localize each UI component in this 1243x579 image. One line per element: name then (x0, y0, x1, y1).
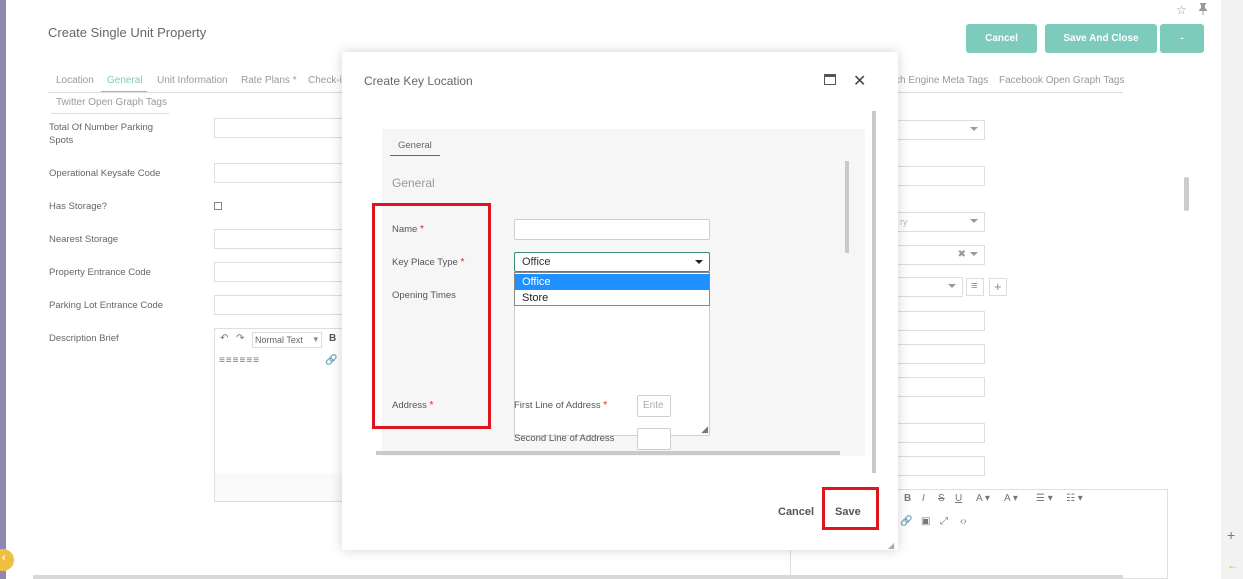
pin-icon[interactable] (1198, 3, 1208, 18)
nearest-storage-label: Nearest Storage (49, 234, 119, 245)
parking-spots-label: Total Of Number Parking Spots (49, 122, 154, 146)
parking-spots-input[interactable] (214, 118, 344, 138)
right-input-1[interactable] (895, 166, 985, 186)
right-input-3[interactable] (895, 344, 985, 364)
text-format-value: Normal Text (255, 335, 303, 345)
tab-rate-plans[interactable]: Rate Plans * (241, 75, 297, 86)
first-line-input[interactable]: Ente (637, 395, 671, 417)
add-icon[interactable]: + (989, 278, 1007, 296)
modal-cancel-button[interactable]: Cancel (778, 506, 814, 518)
second-line-label: Second Line of Address (514, 433, 615, 444)
tab-twitter-open-graph-tags[interactable]: Twitter Open Graph Tags (56, 97, 167, 108)
has-storage-label: Has Storage? (49, 201, 108, 212)
image-icon[interactable]: ▣ (921, 516, 930, 527)
second-line-input[interactable] (637, 428, 671, 450)
numbered-list-icon[interactable]: ☷ ▾ (1066, 493, 1083, 504)
maximize-icon[interactable] (824, 74, 836, 85)
create-key-location-modal: Create Key Location ✕ General General Na… (342, 52, 898, 550)
right-input-6[interactable] (895, 456, 985, 476)
arrow-left-icon[interactable]: ← (1227, 558, 1239, 572)
right-select-2[interactable]: ry (895, 212, 985, 232)
right-input-2[interactable] (895, 311, 985, 331)
modal-resize-icon[interactable]: ◢ (888, 541, 894, 550)
font-color-icon[interactable]: A ▾ (976, 493, 990, 504)
name-input[interactable] (514, 219, 710, 240)
right-input-5[interactable] (895, 423, 985, 443)
right-input-4[interactable] (895, 377, 985, 397)
parking-code-input[interactable] (214, 295, 344, 315)
tab-search-engine-meta-tags[interactable]: ch Engine Meta Tags (895, 75, 988, 86)
tabs-divider-2 (51, 113, 169, 114)
form-scrollbar-h[interactable] (376, 451, 840, 455)
tab-unit-information[interactable]: Unit Information (157, 75, 228, 86)
undo-icon[interactable]: ↶ (220, 333, 228, 344)
tab-general[interactable]: General (107, 75, 143, 86)
modal-scrollbar[interactable] (872, 111, 876, 473)
entrance-code-label: Property Entrance Code (49, 267, 151, 278)
bold-icon-right[interactable]: B (904, 493, 911, 504)
editor-content-area[interactable] (215, 329, 343, 473)
fullscreen-icon[interactable]: ⤢ (940, 516, 948, 527)
page-horizontal-scrollbar[interactable] (33, 575, 1123, 579)
right-select-1[interactable] (895, 120, 985, 140)
underline-icon[interactable]: U (955, 493, 962, 504)
inner-tab-general[interactable]: General (398, 140, 432, 151)
resize-handle-icon[interactable]: ◢ (701, 424, 708, 435)
bullet-list-icon[interactable]: ☰ ▾ (1036, 493, 1053, 504)
option-store[interactable]: Store (515, 290, 709, 306)
keysafe-label: Operational Keysafe Code (49, 168, 161, 179)
save-and-close-button[interactable]: Save And Close (1045, 24, 1157, 53)
description-brief-label: Description Brief (49, 333, 119, 344)
link-icon-right[interactable]: 🔗 (900, 516, 912, 527)
has-storage-checkbox[interactable] (214, 202, 222, 210)
option-office[interactable]: Office (515, 274, 709, 290)
first-line-label: First Line of Address * (514, 400, 608, 411)
strikethrough-icon[interactable]: S (938, 493, 945, 504)
section-title: General (392, 176, 435, 190)
right-select-2-value: ry (900, 217, 908, 227)
page-scrollbar[interactable] (1184, 177, 1189, 211)
highlight-icon[interactable]: A ▾ (1004, 493, 1018, 504)
star-icon[interactable]: ☆ (1176, 3, 1187, 17)
page-title: Create Single Unit Property (48, 25, 207, 40)
keysafe-input[interactable] (214, 163, 344, 183)
tab-location[interactable]: Location (56, 75, 94, 86)
more-options-button[interactable]: - (1160, 24, 1204, 53)
inner-tab-underline (390, 155, 440, 156)
redo-icon[interactable]: ↷ (236, 333, 244, 344)
modal-save-button[interactable]: Save (835, 506, 861, 518)
text-format-select[interactable]: Normal Text ▾ (252, 332, 322, 348)
code-icon[interactable]: ‹› (960, 516, 967, 527)
parking-code-label: Parking Lot Entrance Code (49, 300, 164, 311)
close-icon[interactable]: ✕ (853, 71, 866, 91)
bold-icon[interactable]: B (329, 333, 336, 344)
tab-facebook-open-graph-tags[interactable]: Facebook Open Graph Tags (999, 75, 1124, 86)
labels-highlight-box (372, 203, 491, 429)
entrance-code-input[interactable] (214, 262, 344, 282)
chevron-down-icon (695, 260, 703, 264)
clear-icon[interactable]: ✖ (958, 249, 966, 260)
list-icon[interactable]: ≡ (966, 278, 984, 296)
right-select-3[interactable]: ✖ (895, 245, 985, 265)
key-place-type-value: Office (522, 256, 551, 268)
first-line-placeholder: Ente (643, 400, 664, 411)
link-icon[interactable]: 🔗 (325, 355, 337, 366)
key-place-type-select[interactable]: Office (514, 252, 710, 272)
key-place-type-dropdown: Office Store (514, 272, 710, 306)
cancel-button[interactable]: Cancel (966, 24, 1037, 53)
form-scrollbar-v[interactable] (845, 161, 849, 253)
right-select-4[interactable] (895, 277, 963, 297)
nearest-storage-input[interactable] (214, 229, 344, 249)
tab-check-in[interactable]: Check-i (308, 75, 342, 86)
italic-icon[interactable]: I (922, 493, 925, 504)
add-icon-side[interactable]: + (1227, 527, 1235, 543)
align-icons[interactable]: ≡≡≡≡≡≡ (219, 355, 260, 366)
modal-title: Create Key Location (364, 74, 473, 88)
chevron-down-icon: ▾ (313, 334, 318, 344)
